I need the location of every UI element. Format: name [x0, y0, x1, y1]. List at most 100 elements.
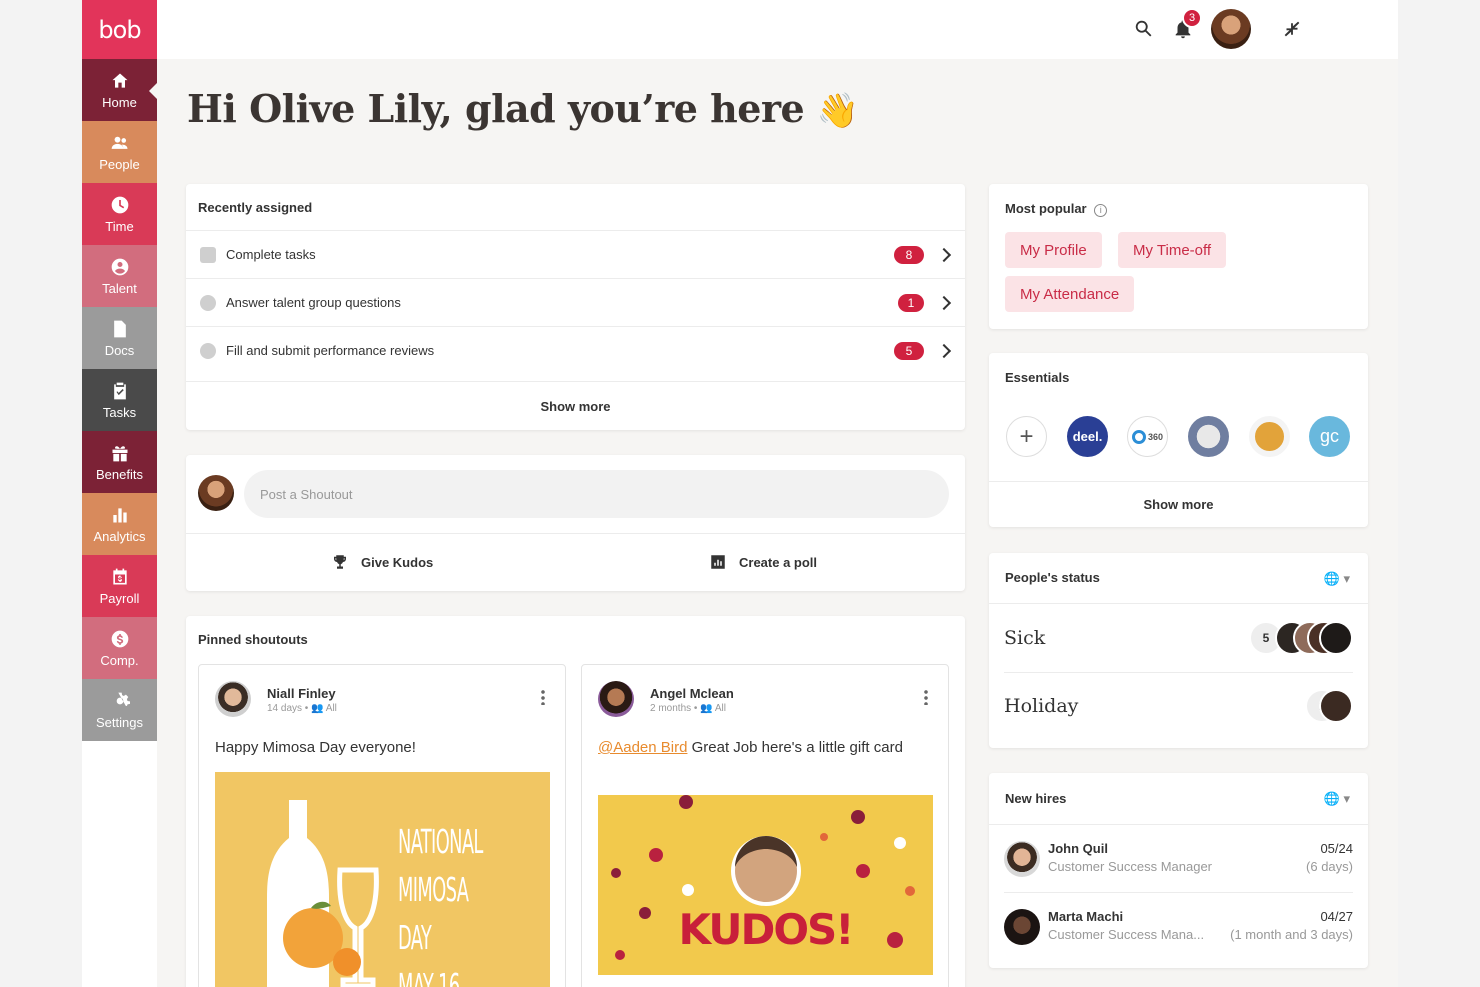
people-icon	[111, 136, 127, 149]
greeting-text: Hi Olive Lily, glad you’re here	[187, 86, 805, 131]
card-title: Most popular i	[1005, 201, 1108, 217]
hire-name: Marta Machi	[1048, 909, 1124, 924]
sidebar-item-time[interactable]: Time	[82, 183, 157, 245]
greeting-heading: Hi Olive Lily, glad you’re here 👋	[187, 86, 859, 131]
people-icon: 👥	[700, 703, 713, 714]
globe-filter-icon[interactable]: 🌐 ▾	[1324, 791, 1350, 807]
hire-date: 04/27	[1320, 909, 1353, 924]
status-label: Sick	[1004, 627, 1046, 649]
collapse-icon[interactable]	[1277, 14, 1307, 44]
new-hire-row[interactable]: John Quil Customer Success Manager 05/24…	[1004, 825, 1353, 893]
sidebar-item-label: Payroll	[99, 590, 140, 606]
new-hire-row[interactable]: Marta Machi Customer Success Mana... 04/…	[1004, 893, 1353, 961]
card-title: People's status	[1005, 570, 1100, 585]
assigned-row-complete-tasks[interactable]: Complete tasks 8	[186, 230, 965, 278]
hire-name: John Quil	[1048, 841, 1108, 856]
clock-icon	[111, 196, 128, 213]
sidebar-item-settings[interactable]: Settings	[82, 679, 157, 741]
gift-icon	[112, 445, 127, 461]
sidebar-item-docs[interactable]: Docs	[82, 307, 157, 369]
author-avatar[interactable]	[215, 681, 251, 717]
post-text: Happy Mimosa Day everyone!	[215, 739, 416, 756]
give-kudos-label: Give Kudos	[361, 554, 434, 570]
status-row-holiday[interactable]: Holiday 1	[1004, 672, 1353, 740]
hire-avatar	[1004, 909, 1040, 945]
card-title: Essentials	[1005, 370, 1070, 385]
shoutout-card: Post a Shoutout Give Kudos Create a poll	[186, 455, 965, 591]
assigned-row-performance-reviews[interactable]: Fill and submit performance reviews 5	[186, 326, 965, 374]
talent-icon	[200, 294, 216, 311]
mention-link[interactable]: @Aaden Bird	[598, 739, 687, 756]
essentials-card: Essentials + deel. 360 gc Show more	[989, 353, 1368, 527]
hire-ago: (6 days)	[1306, 859, 1353, 874]
sidebar-item-label: Docs	[104, 342, 135, 358]
search-icon[interactable]	[1129, 14, 1159, 44]
sidebar: bob Home People Time Talent Docs Tasks Benefit…	[82, 0, 157, 987]
kudos-image: KUDOS!	[598, 795, 933, 975]
row-label: Fill and submit performance reviews	[226, 343, 435, 358]
user-avatar[interactable]	[1211, 9, 1251, 49]
sidebar-item-analytics[interactable]: Analytics	[82, 493, 157, 555]
sidebar-item-tasks[interactable]: Tasks	[82, 369, 157, 431]
info-icon[interactable]: i	[1094, 204, 1108, 217]
card-title: New hires	[1005, 791, 1067, 806]
status-label: Holiday	[1004, 695, 1079, 717]
notebook-app-icon[interactable]	[1249, 416, 1290, 457]
count-badge: 1	[898, 293, 924, 312]
post-audience: All	[714, 703, 727, 714]
more-options-icon[interactable]	[924, 689, 928, 705]
show-more-button[interactable]: Show more	[989, 497, 1368, 512]
home-icon	[112, 73, 127, 88]
author-name[interactable]: Angel Mclean	[650, 686, 734, 701]
avatar-stack: 1	[1305, 689, 1353, 723]
status-row-sick[interactable]: Sick 5	[1004, 604, 1353, 672]
sidebar-item-payroll[interactable]: Payroll	[82, 555, 157, 617]
count-badge: 5	[894, 341, 924, 360]
trophy-icon	[334, 555, 346, 569]
deel-app-icon[interactable]: deel.	[1067, 416, 1108, 457]
sidebar-item-talent[interactable]: Talent	[82, 245, 157, 307]
360-app-label: 360	[1147, 431, 1164, 442]
my-profile-chip[interactable]: My Profile	[1005, 232, 1102, 268]
create-poll-label: Create a poll	[739, 554, 818, 570]
post-text: @Aaden Bird Great Job here's a little gi…	[598, 737, 928, 759]
show-more-button[interactable]: Show more	[186, 399, 965, 414]
shoutout-input[interactable]: Post a Shoutout	[244, 470, 949, 518]
mimosa-illustration	[267, 800, 379, 987]
360-app-icon[interactable]: 360	[1127, 416, 1168, 457]
hire-date: 05/24	[1320, 841, 1353, 856]
sidebar-item-label: Time	[105, 218, 134, 234]
more-options-icon[interactable]	[541, 689, 545, 705]
talent-icon	[111, 258, 128, 275]
new-hires-card: New hires 🌐 ▾ John Quil Customer Success…	[989, 773, 1368, 968]
bell-icon[interactable]: 3	[1168, 8, 1202, 44]
my-time-off-chip[interactable]: My Time-off	[1118, 232, 1227, 268]
post-time: 2 months	[650, 703, 692, 714]
gc-app-icon[interactable]: gc	[1309, 416, 1350, 457]
sidebar-nav: Home People Time Talent Docs Tasks Benefits Ana…	[82, 59, 157, 741]
create-poll-button[interactable]: Create a poll	[709, 553, 817, 571]
sidebar-item-home[interactable]: Home	[82, 59, 157, 121]
sidebar-item-label: Analytics	[93, 528, 146, 544]
calculator-app-icon[interactable]	[1188, 416, 1229, 457]
sidebar-item-benefits[interactable]: Benefits	[82, 431, 157, 493]
add-essential-icon[interactable]: +	[1006, 416, 1047, 457]
author-avatar[interactable]	[598, 681, 634, 717]
post-body: Great Job here's a little gift card	[687, 739, 903, 756]
user-avatar	[198, 475, 234, 511]
card-title: Pinned shoutouts	[198, 632, 308, 647]
image-text-line: MAY 16	[398, 966, 460, 987]
give-kudos-button[interactable]: Give Kudos	[331, 553, 433, 571]
app-frame: bob Home People Time Talent Docs Tasks Benefit…	[82, 0, 1398, 987]
bob-logo[interactable]: bob	[82, 0, 157, 59]
author-name[interactable]: Niall Finley	[267, 686, 336, 701]
my-attendance-chip[interactable]: My Attendance	[1005, 276, 1135, 312]
row-label: Answer talent group questions	[226, 295, 401, 310]
document-icon	[113, 320, 126, 337]
sidebar-item-people[interactable]: People	[82, 121, 157, 183]
gear-icon	[116, 692, 130, 706]
sidebar-item-label: Home	[102, 94, 137, 110]
globe-filter-icon[interactable]: 🌐 ▾	[1324, 571, 1350, 587]
assigned-row-talent-questions[interactable]: Answer talent group questions 1	[186, 278, 965, 326]
sidebar-item-comp[interactable]: Comp.	[82, 617, 157, 679]
